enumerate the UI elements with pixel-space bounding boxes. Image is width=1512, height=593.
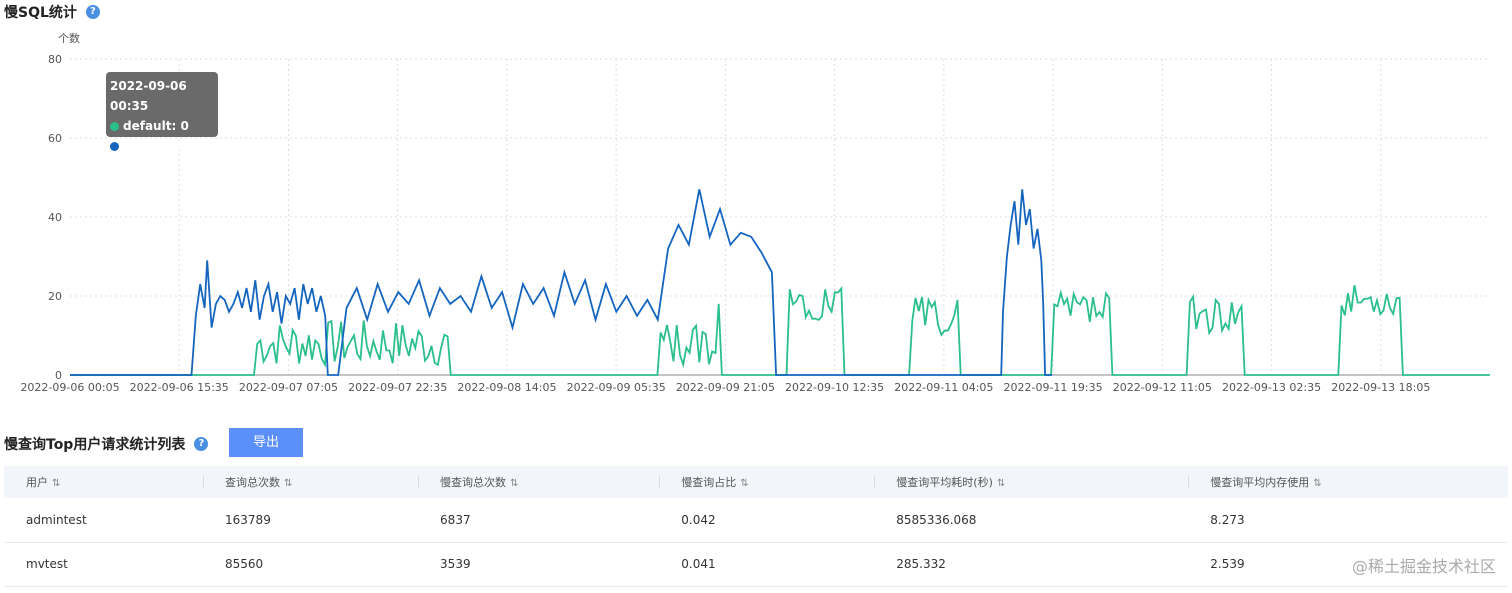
x-tick-label: 2022-09-11 19:35 (1004, 381, 1103, 394)
default-dot-icon (110, 121, 119, 131)
sort-icon[interactable]: ⇅ (510, 478, 518, 489)
y-tick-label: 40 (48, 211, 62, 224)
zuhu2-dot-icon (110, 141, 119, 151)
watermark: @稀土掘金技术社区 (1351, 557, 1496, 576)
col-query-total[interactable]: 查询总次数 ⇅ (203, 466, 418, 498)
cell: 85560 (225, 557, 264, 571)
cell: 0.041 (681, 557, 716, 571)
x-tick-label: 2022-09-06 00:05 (20, 381, 119, 394)
x-tick-label: 2022-09-13 02:35 (1222, 381, 1321, 394)
tooltip-label: zuhu2 (123, 139, 164, 153)
col-avg-time[interactable]: 慢查询平均耗时(秒) ⇅ (874, 466, 1188, 498)
cell: 285.332 (896, 557, 946, 571)
help-icon[interactable]: ? (85, 5, 100, 19)
col-label: 慢查询平均耗时(秒) (896, 476, 993, 489)
col-user[interactable]: 用户 ⇅ (4, 466, 203, 498)
top-users-title-text: 慢查询Top用户请求统计列表 (4, 437, 186, 453)
sort-icon[interactable]: ⇅ (1313, 478, 1321, 489)
chart-tooltip: 2022-09-06 00:35 default: 0 zuhu2: 0 (106, 72, 218, 153)
x-tick-label: 2022-09-13 18:05 (1331, 381, 1430, 394)
y-tick-label: 60 (48, 132, 62, 145)
table-row[interactable]: mvtest 85560 3539 0.041 285.332 2.539 (4, 542, 1508, 586)
col-label: 查询总次数 (225, 476, 281, 489)
x-tick-label: 2022-09-06 15:35 (130, 381, 229, 394)
y-tick-label: 20 (48, 290, 62, 303)
tooltip-row-zuhu2: zuhu2: 0 (110, 136, 218, 156)
tooltip-value: 0 (180, 119, 189, 133)
export-button[interactable]: 导出 (229, 428, 303, 457)
cell: admintest (26, 512, 87, 527)
top-users-title: 慢查询Top用户请求统计列表 ? (4, 434, 209, 454)
sort-icon[interactable]: ⇅ (740, 478, 748, 489)
col-label: 用户 (26, 476, 48, 489)
col-label: 慢查询平均内存使用 (1210, 476, 1310, 489)
col-slow-ratio[interactable]: 慢查询占比 ⇅ (659, 466, 874, 498)
tooltip-value: 0 (172, 139, 182, 153)
tooltip-row-default: default: 0 (110, 116, 218, 136)
cell: 0.042 (681, 512, 716, 527)
sort-icon[interactable]: ⇅ (997, 478, 1005, 489)
x-tick-label: 2022-09-10 12:35 (785, 381, 884, 394)
table-header: 用户 ⇅ 查询总次数 ⇅ 慢查询总次数 ⇅ 慢查询占比 ⇅ 慢查询平均耗时(秒) ⇅ 慢查… (4, 466, 1508, 498)
x-tick-label: 2022-09-07 07:05 (239, 381, 338, 394)
slow-sql-chart: 个数 0 20 40 60 80 2022-09-06 00:05 2022-09-06 1… (20, 32, 1490, 394)
cell: 6837 (440, 512, 471, 527)
sort-icon[interactable]: ⇅ (52, 478, 60, 489)
y-tick-label: 80 (48, 53, 62, 66)
cell: 3539 (440, 557, 471, 571)
table-row[interactable]: admintest 163789 6837 0.042 8585336.068 … (4, 498, 1508, 542)
series-default-line (70, 284, 1490, 376)
cell: mvtest (26, 557, 68, 571)
tooltip-label: default (123, 119, 172, 133)
cell: 8.273 (1210, 512, 1245, 527)
col-slow-total[interactable]: 慢查询总次数 ⇅ (418, 466, 659, 498)
x-tick-label: 2022-09-08 14:05 (457, 381, 556, 394)
x-tick-label: 2022-09-07 22:35 (348, 381, 447, 394)
sort-icon[interactable]: ⇅ (284, 478, 292, 489)
slow-sql-title: 慢SQL统计 (4, 5, 77, 21)
col-label: 慢查询总次数 (440, 476, 507, 489)
y-axis-label: 个数 (58, 32, 80, 45)
x-tick-label: 2022-09-09 05:35 (567, 381, 666, 394)
tooltip-time: 2022-09-06 00:35 (110, 79, 187, 113)
x-tick-label: 2022-09-09 21:05 (676, 381, 775, 394)
help-icon[interactable]: ? (194, 437, 209, 451)
cell: 8585336.068 (896, 512, 977, 527)
col-avg-mem[interactable]: 慢查询平均内存使用 ⇅ (1188, 466, 1508, 498)
cell: 163789 (225, 512, 271, 527)
x-tick-label: 2022-09-11 04:05 (894, 381, 993, 394)
col-label: 慢查询占比 (681, 476, 737, 489)
x-tick-label: 2022-09-12 11:05 (1113, 381, 1212, 394)
top-users-table: 用户 ⇅ 查询总次数 ⇅ 慢查询总次数 ⇅ 慢查询占比 ⇅ 慢查询平均耗时(秒) ⇅ 慢查… (4, 466, 1508, 587)
section-title: 慢SQL统计 ? (4, 2, 100, 22)
